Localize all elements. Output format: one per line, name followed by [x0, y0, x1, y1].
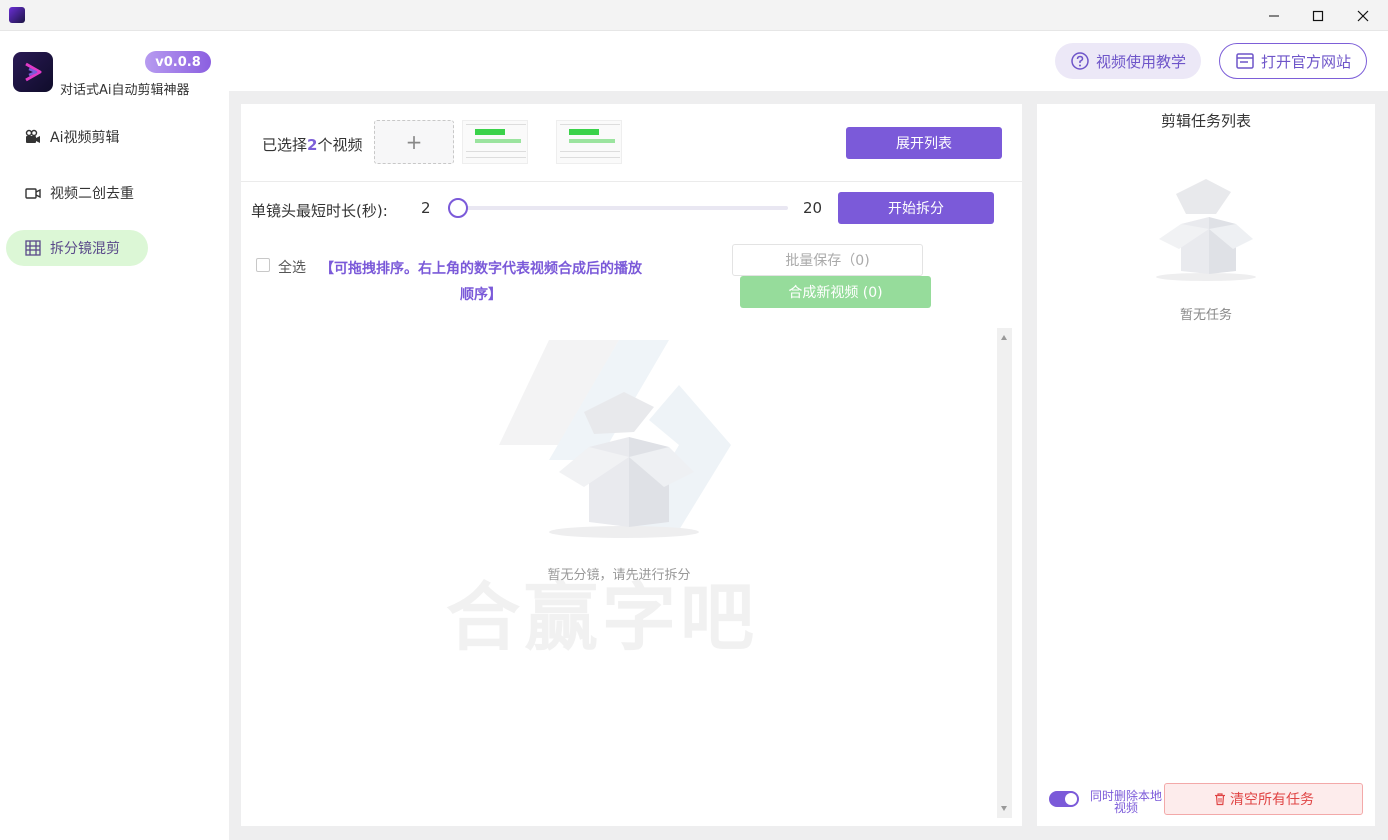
empty-box-icon: [549, 392, 699, 538]
task-list-panel: 剪辑任务列表 暂无任务 同时删除本地视频 清空所有任务: [1037, 104, 1375, 826]
start-split-button[interactable]: 开始拆分: [838, 192, 994, 224]
plus-icon: +: [405, 130, 423, 154]
add-video-button[interactable]: +: [374, 120, 454, 164]
clear-all-tasks-button[interactable]: 清空所有任务: [1164, 783, 1363, 815]
scroll-up-icon[interactable]: [1001, 335, 1007, 340]
film-grid-icon: [25, 240, 41, 256]
minimize-icon: [1269, 15, 1279, 16]
selected-suffix: 个视频: [317, 136, 363, 154]
minimize-button[interactable]: [1251, 0, 1297, 31]
tutorial-label: 视频使用教学: [1095, 52, 1186, 71]
maximize-button[interactable]: [1295, 0, 1341, 31]
min-shot-duration-label: 单镜头最短时长(秒):: [251, 202, 388, 220]
batch-save-button[interactable]: 批量保存（0): [732, 244, 923, 276]
sidebar-item-label: 拆分镜混剪: [50, 241, 120, 257]
app-name: 对话式Ai自动剪辑神器: [60, 83, 190, 98]
slider-max-label: 20: [803, 199, 823, 217]
sidebar-item-video-dedup[interactable]: 视频二创去重: [6, 175, 148, 211]
browser-window-icon: [1236, 53, 1254, 69]
sidebar-item-label: 视频二创去重: [50, 186, 134, 202]
tutorial-button[interactable]: 视频使用教学: [1055, 43, 1201, 79]
split-remix-panel: 已选择2个视频 + 展开列表 单镜头最短时长(秒): 2 20 开始拆分 全选 …: [241, 104, 1022, 826]
official-site-label: 打开官方网站: [1260, 52, 1351, 71]
app-icon: [9, 7, 25, 23]
selected-videos-label: 已选择2个视频: [262, 134, 362, 155]
empty-box-icon: [1156, 179, 1256, 281]
close-button[interactable]: [1340, 0, 1386, 31]
video-camera-icon: [25, 129, 40, 143]
select-all-checkbox[interactable]: [256, 258, 270, 272]
select-all-label: 全选: [278, 260, 306, 276]
shot-list-scrollbar[interactable]: [997, 328, 1012, 818]
sidebar: v0.0.8 对话式Ai自动剪辑神器 Ai视频剪辑 视频二创去重 拆分镜混剪: [0, 31, 229, 840]
merge-video-button[interactable]: 合成新视频 (0): [740, 276, 931, 308]
sidebar-item-split-remix[interactable]: 拆分镜混剪: [6, 230, 148, 266]
drag-sort-hint: 【可拖拽排序。右上角的数字代表视频合成后的播放顺序】: [320, 261, 642, 303]
title-bar: [0, 0, 1388, 31]
logo-play-icon: [25, 62, 42, 82]
task-list-title: 剪辑任务列表: [1160, 112, 1251, 130]
selected-count: 2: [307, 136, 318, 154]
scroll-down-icon[interactable]: [1001, 806, 1007, 811]
slider-thumb[interactable]: [448, 198, 468, 218]
delete-local-toggle[interactable]: [1049, 791, 1079, 807]
divider: [241, 181, 1022, 182]
min-shot-duration-slider[interactable]: [448, 198, 788, 218]
header: 视频使用教学 打开官方网站: [229, 31, 1388, 91]
video-thumbnail[interactable]: [556, 120, 622, 164]
trash-icon: [1215, 793, 1225, 806]
empty-shots-text: 暂无分镜，请先进行拆分: [547, 568, 691, 583]
official-site-button[interactable]: 打开官方网站: [1219, 43, 1367, 79]
sidebar-item-label: Ai视频剪辑: [50, 130, 120, 146]
empty-task-text: 暂无任务: [1179, 308, 1232, 323]
slider-min-label: 2: [421, 199, 431, 217]
maximize-icon: [1312, 10, 1324, 21]
video-thumbnail[interactable]: [462, 120, 528, 164]
sidebar-item-ai-video-edit[interactable]: Ai视频剪辑: [6, 119, 148, 155]
clear-all-label: 清空所有任务: [1230, 792, 1314, 808]
video-icon: [25, 188, 41, 199]
expand-list-button[interactable]: 展开列表: [846, 127, 1002, 159]
selected-prefix: 已选择: [262, 136, 308, 154]
close-icon: [1357, 10, 1369, 21]
app-logo: [13, 52, 53, 92]
question-circle-icon: [1071, 52, 1089, 70]
version-badge: v0.0.8: [145, 51, 211, 73]
delete-local-label: 同时删除本地视频: [1089, 789, 1162, 815]
